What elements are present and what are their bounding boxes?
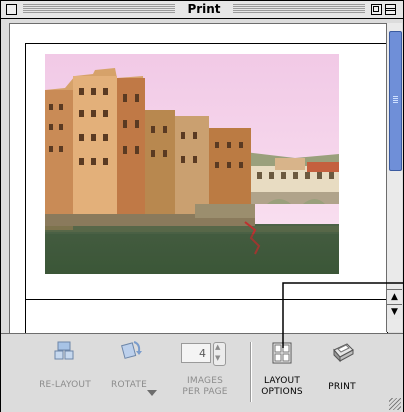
layout-options-button[interactable]: LAYOUT OPTIONS [257, 334, 307, 410]
images-label-line1: IMAGES [187, 376, 223, 386]
print-window: Print ▲ ▼ RE-LAYOUT ROTATE 4 ▲ ▼ IMAGES … [0, 0, 404, 412]
preview-pane [9, 23, 388, 337]
zoom-box[interactable] [371, 4, 382, 15]
resize-grip[interactable] [389, 398, 401, 410]
images-per-page-value[interactable]: 4 [181, 343, 211, 363]
photo-thumbnail[interactable] [45, 54, 339, 274]
scroll-thumb[interactable] [389, 31, 402, 171]
rotate-dropdown-arrow-icon[interactable] [147, 390, 157, 396]
print-label: PRINT [328, 382, 356, 392]
rotate-icon [121, 341, 142, 359]
print-toolbar: RE-LAYOUT ROTATE 4 IMAGES PER PAGE [1, 333, 403, 412]
close-box[interactable] [6, 4, 17, 15]
images-per-page-control: 4 IMAGES PER PAGE [161, 334, 249, 410]
layout-label-line2: OPTIONS [261, 387, 303, 397]
window-title: Print [187, 2, 221, 16]
title-stripes-right [233, 4, 365, 14]
collapse-box[interactable] [385, 4, 396, 15]
title-bar[interactable]: Print [1, 1, 403, 19]
rotate-button[interactable]: ROTATE [101, 334, 161, 410]
toolbar-divider [250, 342, 252, 402]
page-preview[interactable] [25, 43, 388, 301]
scroll-down-arrow[interactable]: ▼ [387, 304, 402, 319]
relayout-label: RE-LAYOUT [39, 380, 91, 390]
relayout-icon [54, 341, 74, 360]
secondary-page-area[interactable] [25, 299, 388, 337]
print-button[interactable]: PRINT [319, 334, 365, 410]
title-stripes-left [23, 4, 175, 14]
layout-grid-icon [272, 342, 292, 364]
layout-label-line1: LAYOUT [263, 376, 301, 386]
images-label-line2: PER PAGE [182, 387, 228, 397]
scroll-up-arrow[interactable]: ▲ [387, 289, 402, 304]
relayout-button[interactable]: RE-LAYOUT [29, 334, 101, 410]
vertical-scrollbar[interactable]: ▲ ▼ [386, 23, 402, 332]
printer-icon [333, 343, 354, 363]
stepper-arrows-icon[interactable] [213, 342, 226, 366]
images-per-page-stepper[interactable]: 4 [181, 342, 227, 366]
